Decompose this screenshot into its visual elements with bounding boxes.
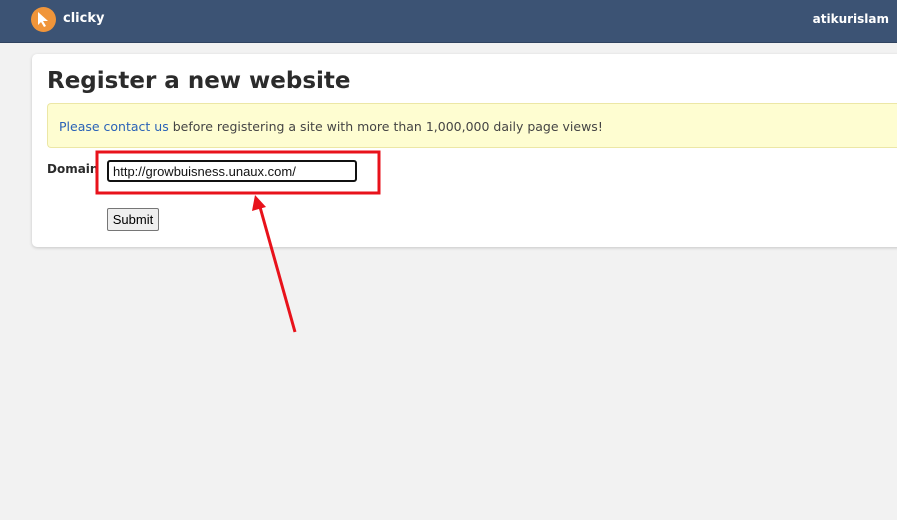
cursor-arrow-icon xyxy=(38,12,48,27)
contact-us-link[interactable]: Please contact us xyxy=(59,119,169,134)
clicky-logo-icon[interactable] xyxy=(31,7,56,32)
page-title: Register a new website xyxy=(47,68,351,94)
domain-input[interactable] xyxy=(107,160,357,182)
domain-label: Domain xyxy=(47,162,99,176)
notice-banner: Please contact us before registering a s… xyxy=(47,103,897,148)
username-link[interactable]: atikurislam xyxy=(813,12,889,26)
top-navigation-bar: clicky atikurislam xyxy=(0,0,897,43)
submit-button[interactable]: Submit xyxy=(107,208,159,231)
brand-name[interactable]: clicky xyxy=(63,11,104,26)
register-website-card: Register a new website Please contact us… xyxy=(32,54,897,247)
notice-text: before registering a site with more than… xyxy=(168,119,603,134)
